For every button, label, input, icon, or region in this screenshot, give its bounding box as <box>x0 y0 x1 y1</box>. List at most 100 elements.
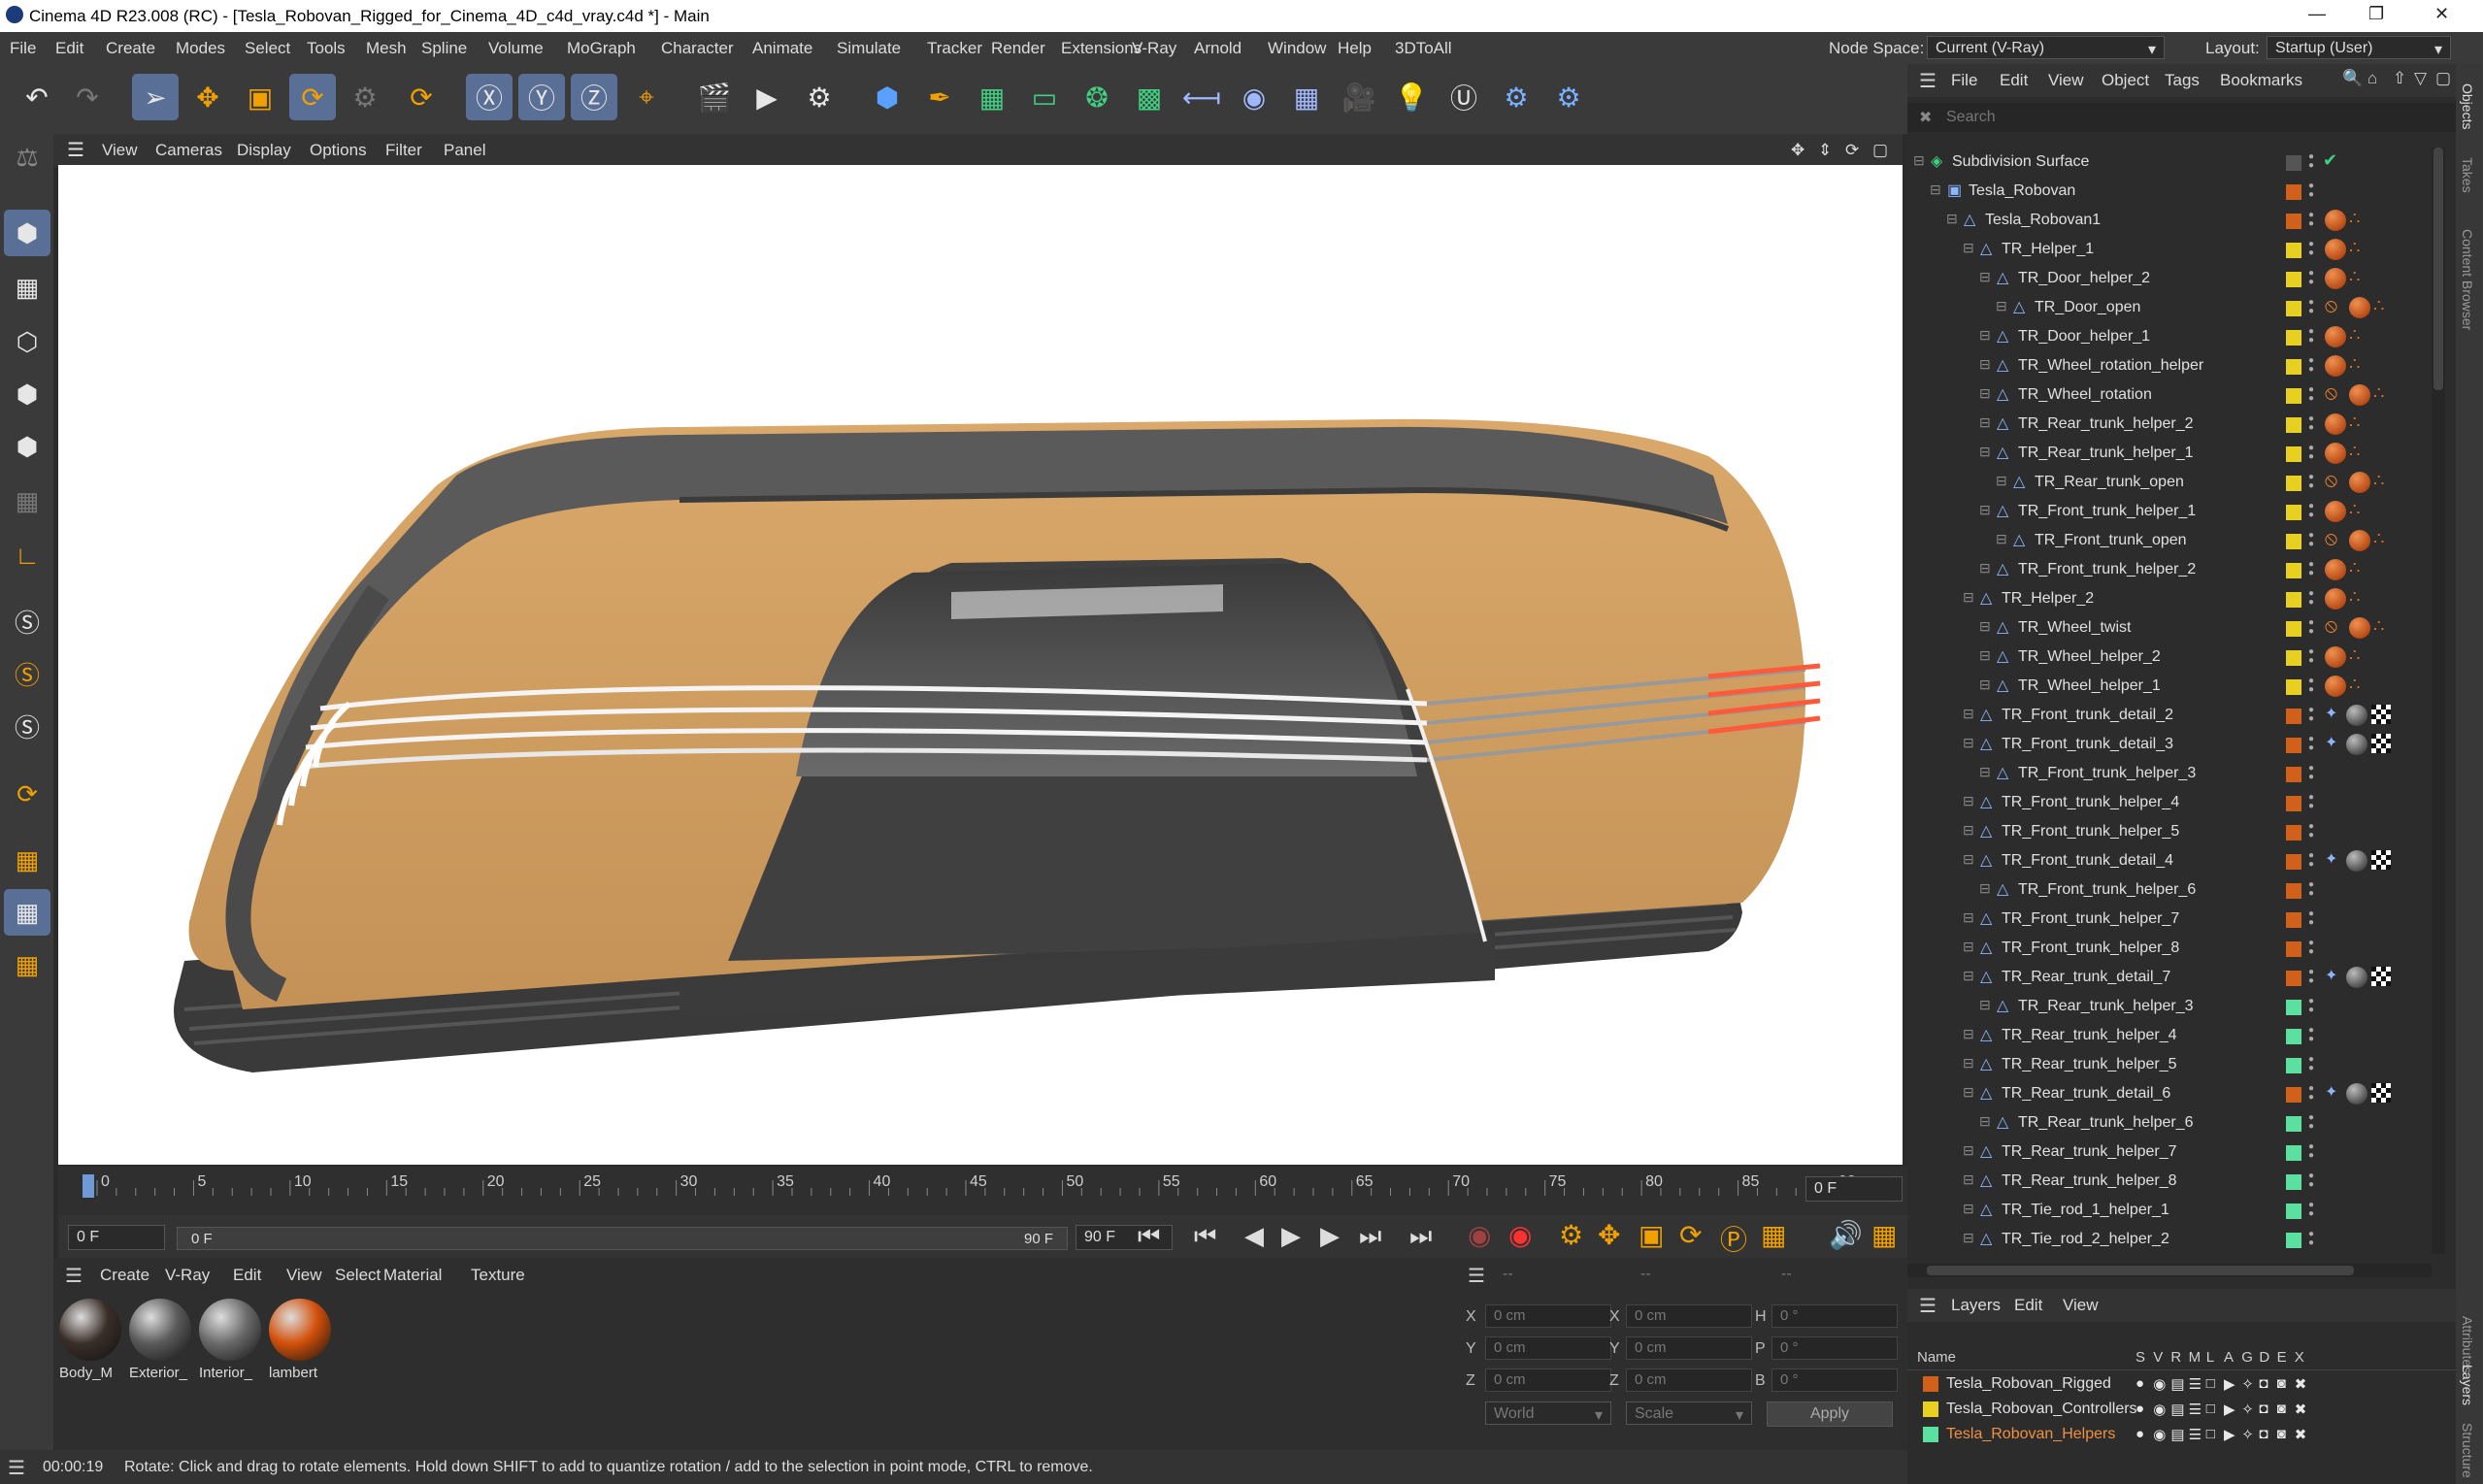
search-icon[interactable]: 🔍 <box>2342 69 2363 88</box>
hamburger-icon[interactable]: ☰ <box>8 1456 25 1480</box>
visibility-dots-icon[interactable]: ● ● <box>2308 269 2314 287</box>
expand-toggle-icon[interactable]: ⊟ <box>1963 851 1974 868</box>
animation-icon[interactable]: ▶ <box>2224 1375 2235 1393</box>
checker-tag-icon[interactable] <box>2371 705 2391 724</box>
expand-toggle-icon[interactable]: ⊟ <box>1979 647 1991 664</box>
object-row[interactable]: ⊟ △ TR_Front_trunk_helper_4 ● ● <box>1907 788 2432 817</box>
magnet-icon[interactable]: ⟳ <box>4 771 50 817</box>
expand-toggle-icon[interactable]: ⊟ <box>1979 327 1991 344</box>
key-rotation-icon[interactable]: ⟳ <box>1679 1219 1702 1251</box>
object-row[interactable]: ⊟ △ Tesla_Robovan1 ● ● ∴ <box>1907 206 2432 235</box>
menu-window[interactable]: Window <box>1268 39 1326 58</box>
layer-row[interactable]: Tesla_Robovan_Helpers ● ◉ ▤ ☰ □ ▶ ✧ ◘ ◙ ✖ <box>1907 1423 2456 1448</box>
material-tag-icon[interactable] <box>2325 239 2346 260</box>
close-icon[interactable]: ✕ <box>2434 4 2449 24</box>
scale-icon[interactable]: ▣ <box>237 74 283 120</box>
material-tag-icon[interactable] <box>2325 559 2346 580</box>
menu-render[interactable]: Render <box>991 39 1045 58</box>
position-field[interactable]: 0 cm <box>1485 1336 1611 1360</box>
light-icon[interactable]: 💡 <box>1388 74 1435 120</box>
generator-icon[interactable]: ✧ <box>2241 1426 2254 1443</box>
expand-toggle-icon[interactable]: ⊟ <box>1979 764 1991 780</box>
move-icon[interactable]: ✥ <box>184 74 231 120</box>
workplane-lock-icon[interactable]: ▦ <box>4 889 50 936</box>
menu-animate[interactable]: Animate <box>752 39 812 58</box>
checker-tag-icon[interactable] <box>2371 850 2391 870</box>
weight-tag-icon[interactable]: ∴ <box>2349 267 2360 287</box>
layer-color-swatch[interactable] <box>2286 709 2301 724</box>
axis-mode-icon[interactable]: ∟ <box>4 532 50 578</box>
object-row[interactable]: ⊟ ◈ Subdivision Surface ● ● ✔ <box>1907 148 2432 177</box>
lock-icon[interactable]: □ <box>2206 1375 2215 1392</box>
expand-toggle-icon[interactable]: ⊟ <box>1979 502 1991 518</box>
material-tag-icon[interactable] <box>2349 384 2370 406</box>
layer-color-swatch[interactable] <box>2286 534 2301 549</box>
go-to-start-icon[interactable]: ⏮ <box>1138 1221 1160 1252</box>
workplane-icon[interactable]: ▦ <box>4 837 50 883</box>
layer-color-swatch[interactable] <box>2286 912 2301 928</box>
visibility-dots-icon[interactable]: ● ● <box>2308 880 2314 899</box>
size-field[interactable]: 0 cm <box>1626 1304 1752 1328</box>
visibility-dots-icon[interactable]: ● ● <box>2308 444 2314 462</box>
layer-color-swatch[interactable] <box>2286 330 2301 346</box>
layer-color-swatch[interactable] <box>2286 854 2301 870</box>
visibility-dots-icon[interactable]: ● ● <box>2308 1055 2314 1073</box>
layer-color-swatch[interactable] <box>2286 767 2301 782</box>
object-row[interactable]: ⊟ △ TR_Tie_rod_2_helper_2 ● ● <box>1907 1225 2432 1254</box>
uv-mode-icon[interactable]: ▦ <box>4 478 50 524</box>
weight-tag-icon[interactable]: ∴ <box>2349 412 2360 433</box>
rotation-field[interactable]: 0 ° <box>1771 1336 1898 1360</box>
viewport-menu-options[interactable]: Options <box>310 141 367 160</box>
viewport-menu-panel[interactable]: Panel <box>444 141 485 160</box>
material-menu-select[interactable]: Select <box>335 1266 381 1285</box>
expand-toggle-icon[interactable]: ⊟ <box>1913 152 1925 169</box>
xref-icon[interactable]: ✖ <box>2295 1401 2307 1418</box>
uvw-tag-icon[interactable]: ✦ <box>2325 733 2337 752</box>
object-row[interactable]: ⊟ △ TR_Rear_trunk_detail_7 ● ● ✦ <box>1907 963 2432 992</box>
layer-column-a[interactable]: A <box>2224 1349 2234 1366</box>
object-row[interactable]: ⊟ △ TR_Wheel_helper_2 ● ● ∴ <box>1907 643 2432 672</box>
expand-toggle-icon[interactable]: ⊟ <box>1963 968 1974 984</box>
layout-dropdown[interactable]: Startup (User) ▾ <box>2267 36 2451 59</box>
key-parameter-icon[interactable]: Ⓟ <box>1720 1219 1747 1258</box>
layer-color-swatch[interactable] <box>2286 301 2301 316</box>
layer-column-x[interactable]: X <box>2295 1349 2304 1366</box>
expand-toggle-icon[interactable]: ⊟ <box>1963 1171 1974 1188</box>
protection-tag-icon[interactable]: ⦸ <box>2325 615 2337 638</box>
search-input[interactable] <box>1946 106 2441 129</box>
minimize-icon[interactable]: — <box>2308 4 2326 24</box>
visibility-dots-icon[interactable]: ● ● <box>2308 473 2314 491</box>
material-tag-icon[interactable] <box>2346 705 2367 726</box>
object-row[interactable]: ⊟ △ TR_Rear_trunk_helper_7 ● ● <box>1907 1138 2432 1167</box>
menu-mesh[interactable]: Mesh <box>366 39 407 58</box>
material-tag-icon[interactable] <box>2346 850 2367 872</box>
visible-icon[interactable]: ◉ <box>2153 1426 2166 1443</box>
menu-tools[interactable]: Tools <box>307 39 346 58</box>
viewport-menu-view[interactable]: View <box>102 141 138 160</box>
layer-row[interactable]: Tesla_Robovan_Rigged ● ◉ ▤ ☰ □ ▶ ✧ ◘ ◙ ✖ <box>1907 1372 2456 1398</box>
material-tag-icon[interactable] <box>2346 967 2367 988</box>
visibility-dots-icon[interactable]: ● ● <box>2308 793 2314 811</box>
layer-color-swatch[interactable] <box>2286 1000 2301 1015</box>
weight-tag-icon[interactable]: ∴ <box>2349 500 2360 520</box>
y-axis-icon[interactable]: Ⓨ <box>518 74 565 120</box>
visibility-dots-icon[interactable]: ● ● <box>2308 589 2314 608</box>
weight-tag-icon[interactable]: ∴ <box>2349 354 2360 375</box>
model-mode-icon[interactable]: ⬢ <box>4 210 50 256</box>
layer-color-swatch[interactable] <box>2286 505 2301 520</box>
generator-icon[interactable]: ✧ <box>2241 1375 2254 1393</box>
expand-toggle-icon[interactable]: ⊟ <box>1979 997 1991 1013</box>
object-row[interactable]: ⊟ △ TR_Front_trunk_detail_3 ● ● ✦ <box>1907 730 2432 759</box>
horizontal-scrollbar[interactable] <box>1907 1264 2432 1277</box>
menu-v-ray[interactable]: V-Ray <box>1132 39 1176 58</box>
layer-menu-edit[interactable]: Edit <box>2014 1296 2042 1315</box>
menu-file[interactable]: File <box>10 39 36 58</box>
material-tag-icon[interactable] <box>2325 210 2346 231</box>
key-scale-icon[interactable]: ▣ <box>1639 1219 1664 1251</box>
layer-column-g[interactable]: G <box>2241 1349 2253 1366</box>
play-icon[interactable]: ▶ <box>1281 1221 1301 1251</box>
solo-icon[interactable]: ● <box>2135 1401 2144 1417</box>
render-picture-viewer-icon[interactable]: ▶ <box>744 74 790 120</box>
checker-tag-icon[interactable] <box>2371 1083 2391 1103</box>
visibility-dots-icon[interactable]: ● ● <box>2308 676 2314 695</box>
